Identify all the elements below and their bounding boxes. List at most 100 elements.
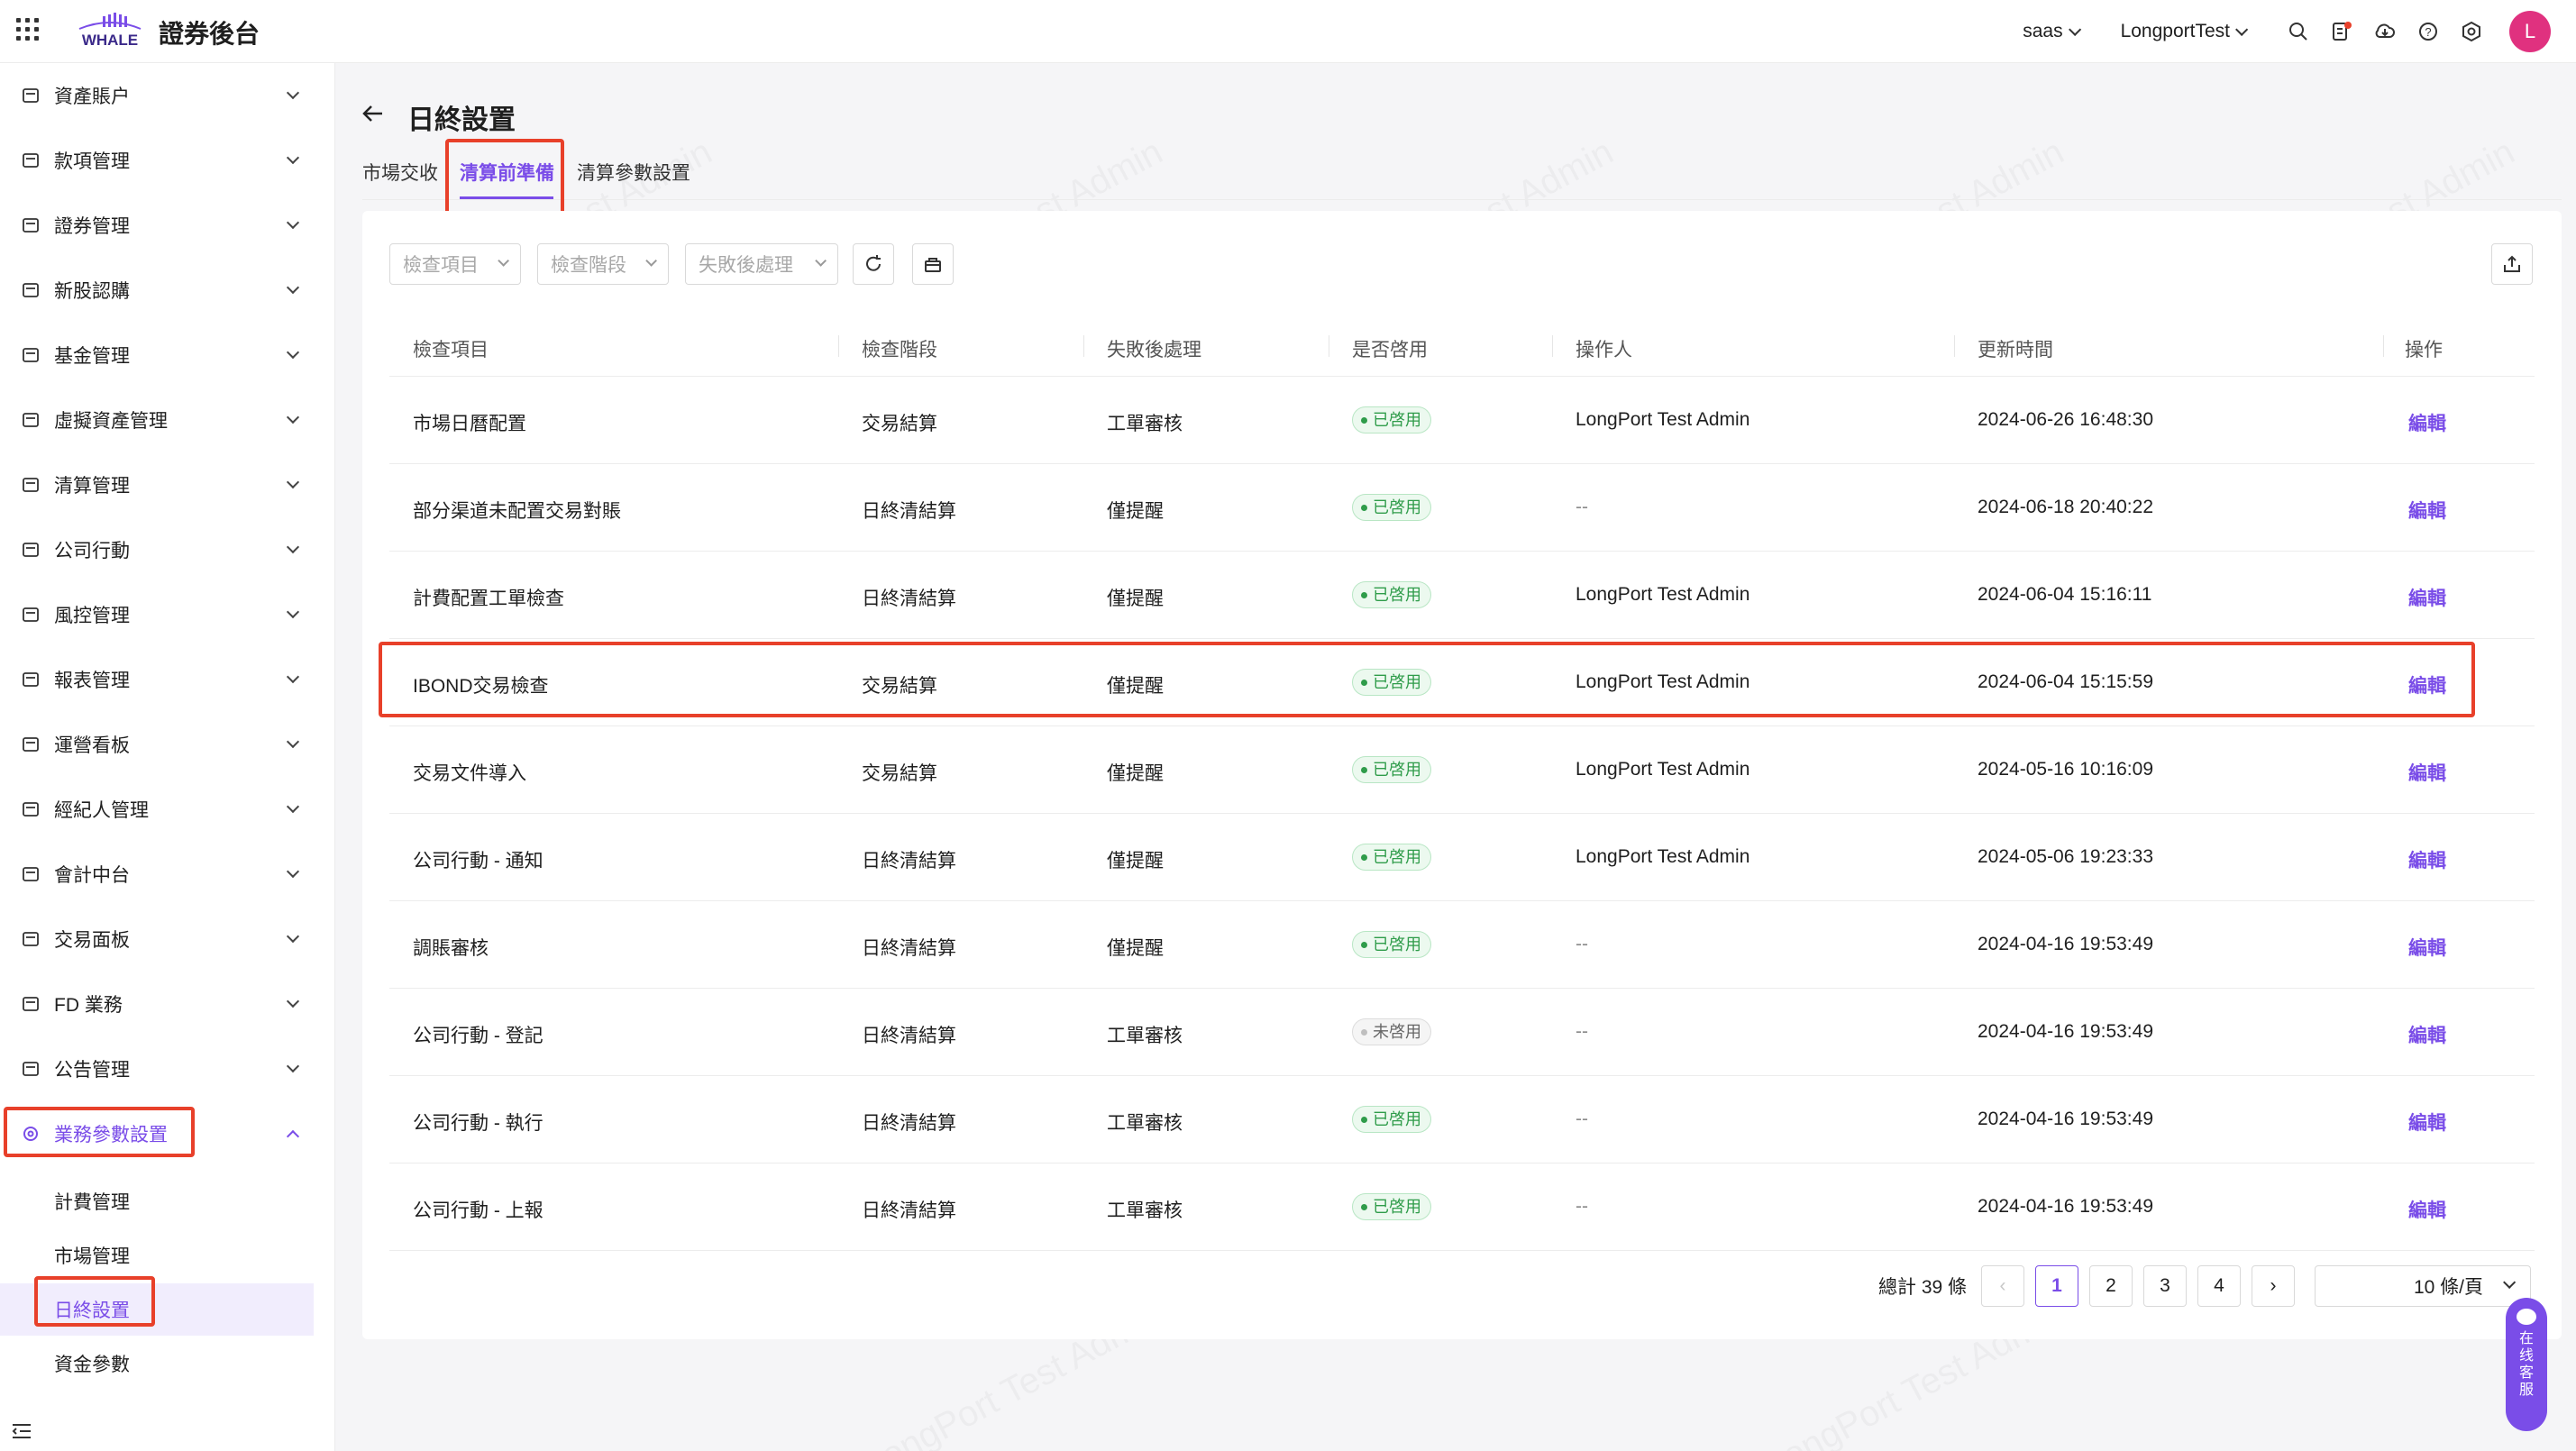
- clear-filters-button[interactable]: [912, 243, 954, 285]
- column-separator: [2383, 335, 2384, 357]
- sidebar-item-label: 運營看板: [54, 735, 130, 756]
- chevron-up-icon: [286, 1129, 300, 1144]
- page-1-button[interactable]: 1: [2035, 1265, 2078, 1307]
- status-badge: 已啓用: [1352, 406, 1431, 433]
- sidebar-item-broker[interactable]: 經紀人管理: [0, 782, 335, 836]
- sidebar-subitem-eod-settings[interactable]: 日終設置: [0, 1283, 314, 1336]
- cell-check-item: 公司行動 - 通知: [413, 851, 544, 872]
- tab-clearing-params[interactable]: 清算參數設置: [577, 159, 690, 186]
- online-support-widget[interactable]: 在 线 客 服: [2506, 1298, 2547, 1431]
- tab-market-settlement[interactable]: 市場交收: [362, 159, 438, 186]
- help-icon[interactable]: ?: [2417, 21, 2439, 42]
- edit-link[interactable]: 編輯: [2408, 759, 2446, 786]
- chat-bubble-icon: [2517, 1309, 2536, 1325]
- account-select[interactable]: LongportTest: [2121, 21, 2249, 42]
- sidebar-item-accounting[interactable]: 會計中台: [0, 847, 335, 901]
- cell-check-item: 計費配置工單檢查: [413, 589, 564, 609]
- cell-updated-time: 2024-05-16 10:16:09: [1978, 759, 2153, 780]
- edit-link[interactable]: 編輯: [2408, 671, 2446, 698]
- filter-failure-handling[interactable]: 失敗後處理: [685, 243, 838, 285]
- apps-grid-icon[interactable]: [16, 18, 40, 41]
- accounting-icon: [23, 867, 39, 881]
- sidebar-item-label: 款項管理: [54, 151, 130, 172]
- chevron-down-icon: [815, 255, 827, 267]
- sidebar-item-label: 證券管理: [54, 216, 130, 237]
- column-separator: [1083, 335, 1084, 357]
- sidebar-item-asset-account[interactable]: 資產賬户: [0, 68, 335, 123]
- support-char: 在: [2518, 1331, 2534, 1346]
- task-notification-icon[interactable]: [2331, 21, 2352, 42]
- edit-link[interactable]: 編輯: [2408, 934, 2446, 961]
- sidebar-item-fund[interactable]: 基金管理: [0, 328, 335, 382]
- sidebar-item-risk-control[interactable]: 風控管理: [0, 588, 335, 642]
- sidebar-item-fd-business[interactable]: FD 業務: [0, 977, 335, 1031]
- cell-updated-time: 2024-06-26 16:48:30: [1978, 409, 2153, 430]
- tenant-select[interactable]: saas: [2023, 21, 2081, 42]
- sidebar-item-label: 風控管理: [54, 606, 130, 626]
- sidebar-item-reports[interactable]: 報表管理: [0, 652, 335, 707]
- edit-link[interactable]: 編輯: [2408, 497, 2446, 524]
- search-icon[interactable]: [2288, 21, 2309, 42]
- sidebar-item-label: 交易面板: [54, 930, 130, 951]
- filter-check-item[interactable]: 檢查項目: [389, 243, 521, 285]
- table-row: 調賬審核 日終清結算 僅提醒 已啓用 -- 2024-04-16 19:53:49 編輯: [389, 901, 2535, 989]
- trading-panel-icon: [23, 932, 39, 946]
- sidebar-item-securities[interactable]: 證券管理: [0, 198, 335, 252]
- page-2-button[interactable]: 2: [2089, 1265, 2133, 1307]
- chevron-down-icon: [286, 345, 300, 360]
- table-row: 交易文件導入 交易結算 僅提醒 已啓用 LongPort Test Admin 2024-…: [389, 726, 2535, 814]
- cell-updated-time: 2024-04-16 19:53:49: [1978, 1109, 2153, 1129]
- sidebar-item-label: 虛擬資產管理: [54, 411, 168, 432]
- edit-link[interactable]: 編輯: [2408, 409, 2446, 436]
- sidebar-subitem-market[interactable]: 市場管理: [0, 1229, 314, 1282]
- table-row: 公司行動 - 上報 日終清結算 工單審核 已啓用 -- 2024-04-16 19:53:…: [389, 1164, 2535, 1251]
- page-4-button[interactable]: 4: [2197, 1265, 2241, 1307]
- collapse-sidebar-icon[interactable]: [11, 1422, 32, 1440]
- sidebar-item-label: 基金管理: [54, 346, 130, 367]
- sidebar-subitem-fund-params[interactable]: 資金參數: [0, 1337, 314, 1390]
- prev-page-button[interactable]: ‹: [1981, 1265, 2024, 1307]
- tenant-label: saas: [2023, 21, 2063, 41]
- sidebar-item-trading-panel[interactable]: 交易面板: [0, 912, 335, 966]
- export-button[interactable]: [2491, 243, 2533, 285]
- edit-link[interactable]: 編輯: [2408, 846, 2446, 873]
- download-cloud-icon[interactable]: [2374, 21, 2396, 42]
- sidebar-subitem-billing[interactable]: 計費管理: [0, 1175, 314, 1227]
- sidebar-item-label: 會計中台: [54, 865, 130, 886]
- edit-link[interactable]: 編輯: [2408, 584, 2446, 611]
- sidebar-item-virtual-assets[interactable]: 虛擬資產管理: [0, 393, 335, 447]
- sidebar-item-label: 資產賬户: [54, 87, 130, 107]
- page-title: 日終設置: [407, 105, 516, 135]
- tab-pre-clearing-prep[interactable]: 清算前準備: [460, 159, 554, 186]
- sidebar-item-ops-dashboard[interactable]: 運營看板: [0, 717, 335, 771]
- status-badge: 已啓用: [1352, 756, 1431, 783]
- svg-text:WHALE: WHALE: [82, 32, 138, 49]
- back-arrow-icon[interactable]: [361, 101, 386, 126]
- sidebar-item-label: 業務參數設置: [54, 1125, 168, 1145]
- next-page-button[interactable]: ›: [2252, 1265, 2295, 1307]
- sidebar-item-label: 公司行動: [54, 541, 130, 561]
- refresh-button[interactable]: [853, 243, 894, 285]
- fd-business-icon: [23, 997, 39, 1011]
- chevron-down-icon: [645, 255, 657, 267]
- cell-check-item: 交易文件導入: [413, 763, 526, 784]
- sidebar-item-funds[interactable]: 款項管理: [0, 133, 335, 187]
- sidebar-item-business-params[interactable]: 業務參數設置: [0, 1107, 335, 1161]
- cell-check-item: 調賬審核: [413, 938, 489, 959]
- edit-link[interactable]: 編輯: [2408, 1109, 2446, 1136]
- sidebar-item-ipo[interactable]: 新股認購: [0, 263, 335, 317]
- filter-check-stage[interactable]: 檢查階段: [537, 243, 669, 285]
- sidebar-item-corporate-actions[interactable]: 公司行動: [0, 523, 335, 577]
- edit-link[interactable]: 編輯: [2408, 1196, 2446, 1223]
- status-badge: 已啓用: [1352, 1106, 1431, 1133]
- sidebar-item-announcements[interactable]: 公告管理: [0, 1042, 335, 1096]
- settings-icon[interactable]: [2461, 21, 2482, 42]
- edit-link[interactable]: 編輯: [2408, 1021, 2446, 1048]
- cell-check-stage: 日終清結算: [862, 1113, 956, 1134]
- sidebar-item-clearing[interactable]: 清算管理: [0, 458, 335, 512]
- cell-check-item: IBOND交易檢查: [413, 676, 549, 697]
- cell-check-stage: 日終清結算: [862, 1200, 956, 1221]
- user-avatar[interactable]: L: [2509, 11, 2551, 52]
- page-size-select[interactable]: 10 條/頁: [2315, 1265, 2531, 1307]
- page-3-button[interactable]: 3: [2143, 1265, 2187, 1307]
